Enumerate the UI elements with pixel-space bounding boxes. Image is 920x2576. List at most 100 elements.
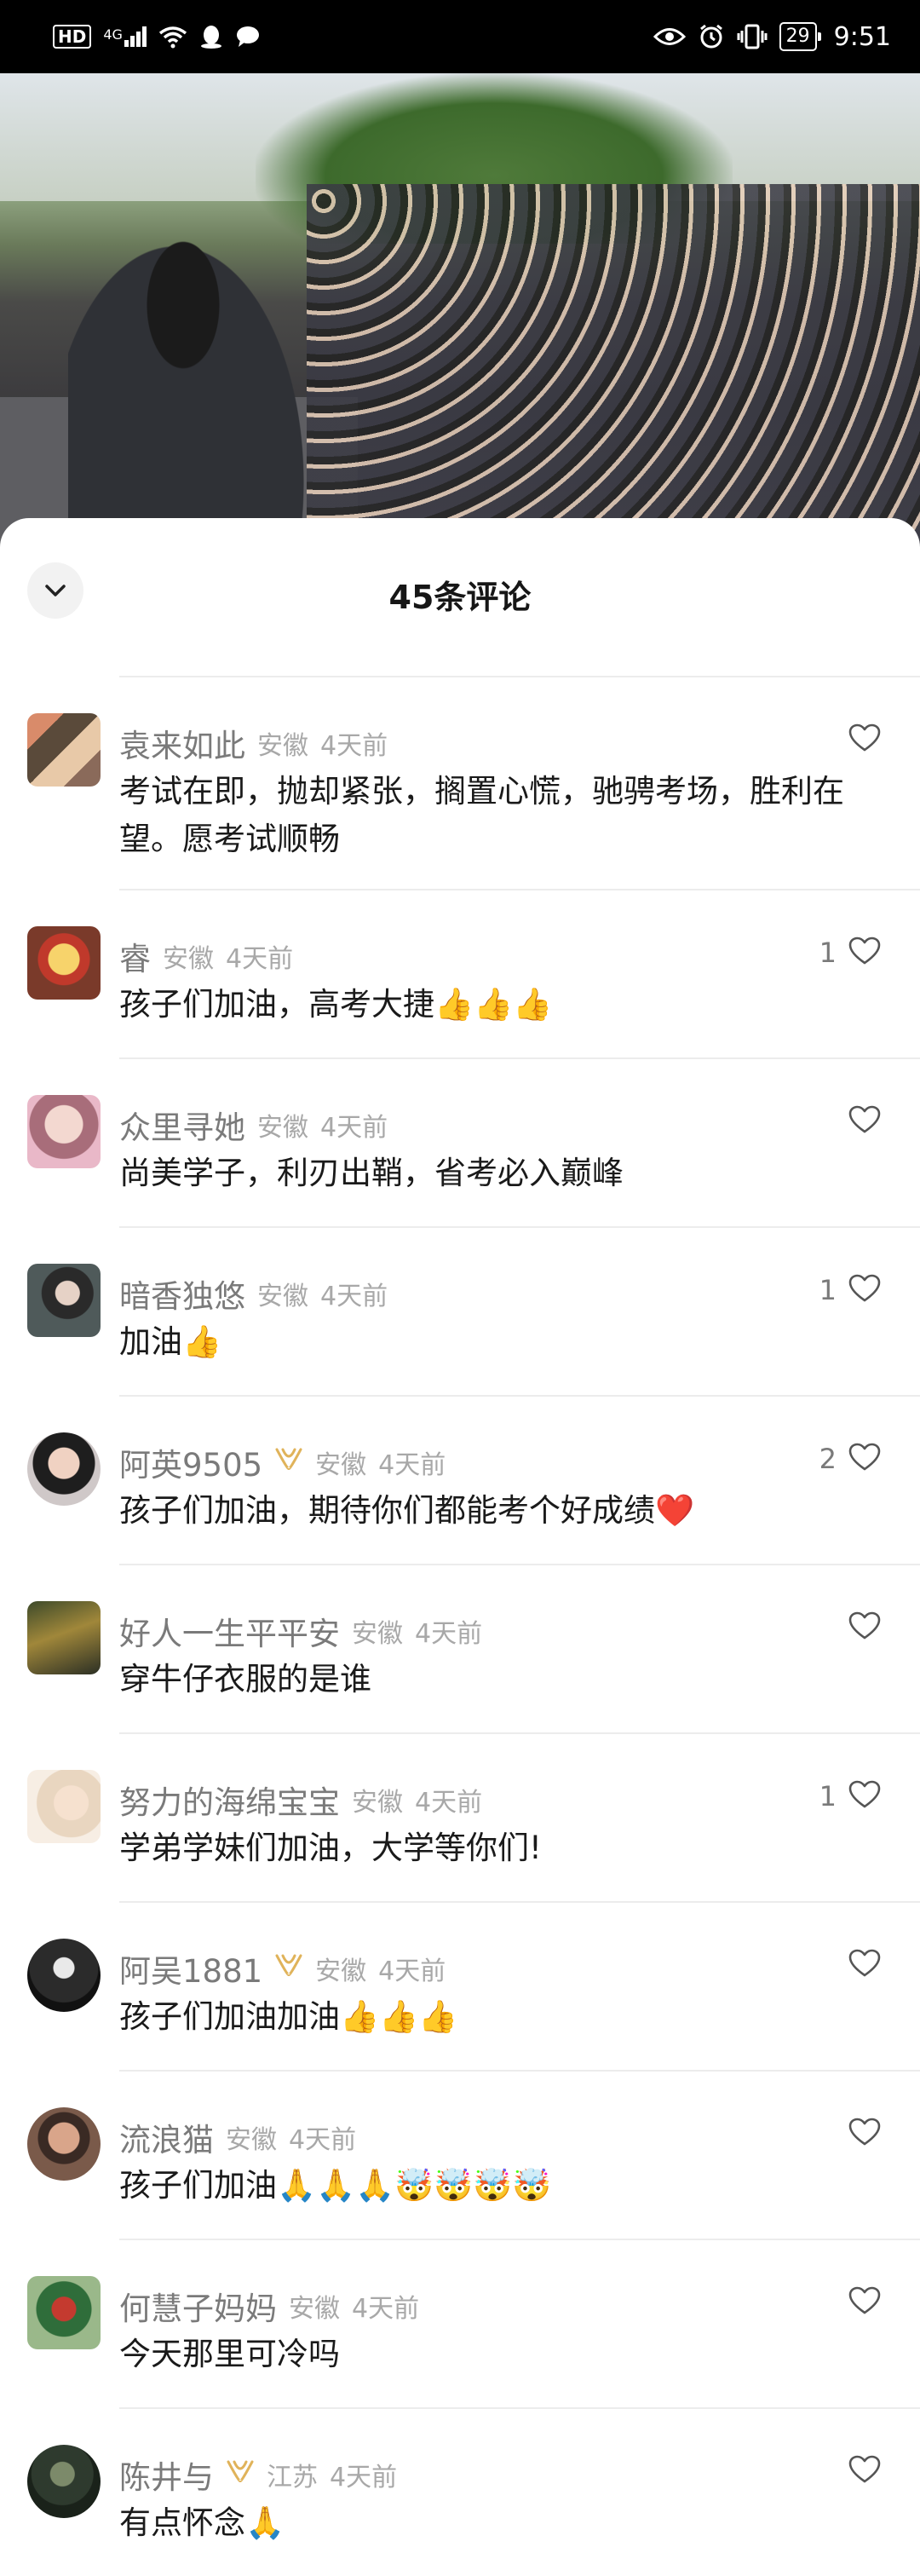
avatar[interactable] xyxy=(27,2276,101,2349)
comment-region: 安徽 xyxy=(163,944,214,974)
comment-username[interactable]: 睿 xyxy=(119,933,151,979)
like-button[interactable] xyxy=(837,1611,881,1644)
comment-text: 孩子们加油🙏🙏🙏🤯🤯🤯🤯 xyxy=(119,2167,552,2204)
qq-icon xyxy=(200,26,221,49)
comment-item[interactable]: 袁来如此 安徽 4天前 考试在即，抛却紧张，搁置心慌，驰骋考场，胜利在望。愿考试顺畅 xyxy=(0,676,920,889)
like-count: 1 xyxy=(819,1274,837,1306)
comment-item[interactable]: 睿安徽 4天前 孩子们加油，高考大捷👍👍👍 1 xyxy=(0,889,920,1057)
comment-header: 袁来如此 安徽 4天前 xyxy=(119,720,388,766)
like-button[interactable] xyxy=(837,1105,881,1138)
like-button[interactable]: 1 xyxy=(819,936,881,969)
comment-divider xyxy=(119,1226,920,1228)
like-button[interactable] xyxy=(837,2455,881,2487)
comment-time: 4天前 xyxy=(415,1619,483,1649)
like-button[interactable]: 2 xyxy=(819,1443,881,1475)
comment-divider xyxy=(119,676,920,677)
comment-header: 阿英9505 安徽 4天前 xyxy=(119,1439,446,1485)
avatar[interactable] xyxy=(27,1939,101,2012)
comment-time: 4天前 xyxy=(330,2463,398,2492)
heart-outline-icon xyxy=(848,1443,881,1475)
comment-text: 尚美学子，利刃出鞘，省考必入巅峰 xyxy=(119,1155,624,1191)
comment-username[interactable]: 阿英9505 xyxy=(119,1439,262,1485)
comment-item[interactable]: 阿吴1881 安徽 4天前 孩子们加油加油👍👍👍 xyxy=(0,1901,920,2070)
comment-text: 有点怀念🙏 xyxy=(119,2504,285,2541)
comment-item[interactable]: 流浪猫 安徽 4天前 孩子们加油🙏🙏🙏🤯🤯🤯🤯 xyxy=(0,2070,920,2239)
comment-item[interactable]: 暗香独悠 安徽 4天前 加油👍 1 xyxy=(0,1226,920,1395)
avatar[interactable] xyxy=(27,926,101,1000)
comment-username[interactable]: 暗香独悠 xyxy=(119,1271,245,1317)
comment-divider xyxy=(119,2407,920,2409)
vip-badge-icon xyxy=(226,2458,255,2491)
comment-region: 安徽 xyxy=(257,731,308,761)
video-crowd xyxy=(307,184,920,550)
comment-region: 安徽 xyxy=(226,2125,277,2155)
vip-badge-icon xyxy=(274,1446,303,1478)
heart-outline-icon xyxy=(848,1105,881,1138)
comment-time: 4天前 xyxy=(378,1956,446,1986)
comment-item[interactable]: 何慧子妈妈 安徽 4天前 今天那里可冷吗 xyxy=(0,2239,920,2407)
wifi-icon xyxy=(158,26,187,49)
avatar[interactable] xyxy=(27,2445,101,2518)
heart-outline-icon xyxy=(848,723,881,756)
avatar[interactable] xyxy=(27,1264,101,1337)
comment-item[interactable]: 众里寻她 安徽 4天前尚美学子，利刃出鞘，省考必入巅峰 xyxy=(0,1057,920,1226)
comment-username[interactable]: 流浪猫 xyxy=(119,2114,214,2160)
comment-divider xyxy=(119,1901,920,1903)
comment-text: 今天那里可冷吗 xyxy=(119,2336,340,2372)
like-button[interactable] xyxy=(837,2118,881,2150)
comment-username[interactable]: 袁来如此 xyxy=(119,720,245,766)
avatar[interactable] xyxy=(27,1770,101,1843)
vibrate-icon xyxy=(737,24,768,49)
battery-icon: 29 xyxy=(779,22,821,51)
comment-item[interactable]: 阿英9505 安徽 4天前孩子们加油，期待你们都能考个好成绩❤️ 2 xyxy=(0,1395,920,1564)
comment-item[interactable]: 好人一生平平安 安徽 4天前 穿牛仔衣服的是谁 xyxy=(0,1564,920,1732)
comment-region: 安徽 xyxy=(352,1788,403,1818)
avatar[interactable] xyxy=(27,2107,101,2181)
comment-divider xyxy=(119,1564,920,1565)
like-button[interactable] xyxy=(837,2286,881,2319)
comment-header: 好人一生平平安 安徽 4天前 xyxy=(119,1608,482,1654)
comment-region: 江苏 xyxy=(267,2463,318,2492)
comment-username[interactable]: 众里寻她 xyxy=(119,1102,245,1148)
heart-outline-icon xyxy=(848,1780,881,1812)
comment-divider xyxy=(119,2070,920,2072)
comment-time: 4天前 xyxy=(320,731,388,761)
comment-item[interactable]: 努力的海绵宝宝 安徽 4天前 学弟学妹们加油，大学等你们! 1 xyxy=(0,1732,920,1901)
status-left: HD 4G xyxy=(53,24,261,49)
avatar[interactable] xyxy=(27,1095,101,1168)
status-right: 29 9:51 xyxy=(653,22,891,52)
avatar[interactable] xyxy=(27,713,101,787)
like-button[interactable] xyxy=(837,723,881,756)
comment-time: 4天前 xyxy=(378,1450,446,1480)
heart-outline-icon xyxy=(848,1611,881,1644)
like-button[interactable] xyxy=(837,1949,881,1981)
comment-text: 孩子们加油加油👍👍👍 xyxy=(119,1998,458,2035)
heart-outline-icon xyxy=(848,2286,881,2319)
video-man-waving xyxy=(68,210,324,550)
comment-divider xyxy=(119,1395,920,1397)
like-button[interactable]: 1 xyxy=(819,1780,881,1812)
avatar[interactable] xyxy=(27,1601,101,1674)
comment-username[interactable]: 阿吴1881 xyxy=(119,1945,262,1991)
comment-divider xyxy=(119,889,920,890)
comment-time: 4天前 xyxy=(352,2294,420,2324)
comment-header: 陈井与 江苏 4天前 xyxy=(119,2452,397,2498)
comment-username[interactable]: 好人一生平平安 xyxy=(119,1608,340,1654)
comment-region: 安徽 xyxy=(352,1619,403,1649)
comment-time: 4天前 xyxy=(320,1282,388,1311)
comment-header: 众里寻她 安徽 4天前 xyxy=(119,1102,388,1148)
comment-username[interactable]: 努力的海绵宝宝 xyxy=(119,1777,340,1823)
comments-title: 45条评论 xyxy=(388,579,532,616)
comment-username[interactable]: 何慧子妈妈 xyxy=(119,2283,277,2329)
avatar[interactable] xyxy=(27,1432,101,1506)
comment-username[interactable]: 陈井与 xyxy=(119,2452,214,2498)
status-bar: HD 4G 29 9:51 xyxy=(0,0,920,73)
heart-outline-icon xyxy=(848,2118,881,2150)
heart-outline-icon xyxy=(848,936,881,969)
video-preview[interactable] xyxy=(0,73,920,550)
comment-item[interactable]: 陈井与 江苏 4天前有点怀念🙏 xyxy=(0,2407,920,2576)
like-button[interactable]: 1 xyxy=(819,1274,881,1306)
comment-header: 睿安徽 4天前 xyxy=(119,933,293,979)
comment-divider xyxy=(119,1732,920,1734)
comment-text: 孩子们加油，期待你们都能考个好成绩❤️ xyxy=(119,1492,695,1529)
